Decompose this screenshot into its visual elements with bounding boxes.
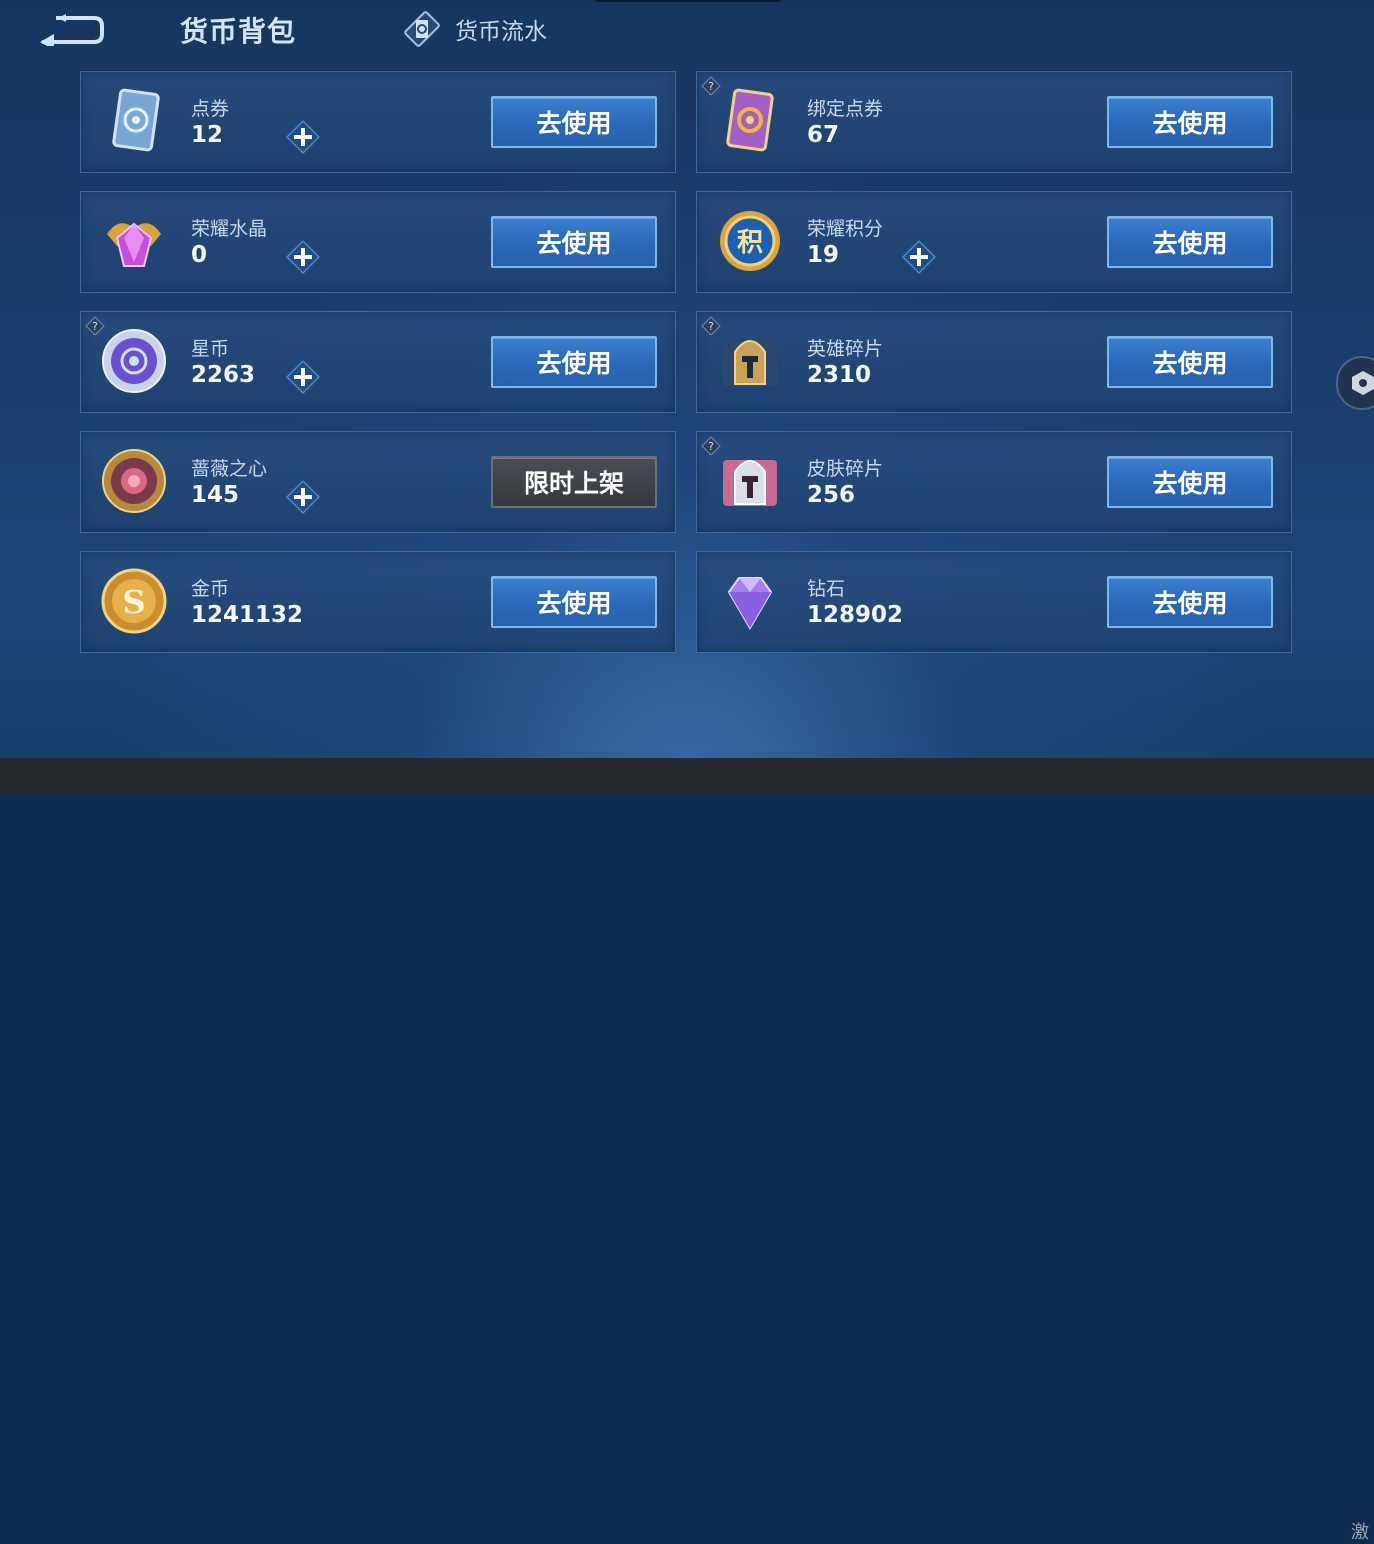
plus-icon[interactable] (285, 479, 321, 515)
star-coin-icon (102, 329, 166, 393)
currency-name: 荣耀水晶 (191, 218, 268, 240)
currency-card-diamond: 钻石 128902 去使用 (696, 551, 1292, 653)
currency-name: 点券 (191, 98, 230, 120)
hero-fragment-icon (723, 340, 777, 386)
currency-name: 钻石 (807, 578, 846, 600)
ledger-label: 货币流水 (455, 19, 547, 45)
rose-heart-icon (102, 449, 166, 513)
plus-icon[interactable] (285, 119, 321, 155)
currency-amount: 1241132 (191, 602, 304, 628)
svg-text:?: ? (708, 320, 714, 333)
currency-name: 绑定点券 (807, 98, 884, 120)
use-button[interactable]: 去使用 (1107, 216, 1273, 268)
back-arrow-icon[interactable] (36, 12, 106, 46)
currency-name: 蔷薇之心 (191, 458, 268, 480)
svg-text:?: ? (708, 80, 714, 93)
top-notch (590, 0, 786, 2)
hexagon-icon (1352, 371, 1374, 395)
currency-amount: 67 (807, 122, 840, 148)
currency-card-skin-fragment: ? 皮肤碎片 256 去使用 (696, 431, 1292, 533)
currency-amount: 12 (191, 122, 224, 148)
currency-card-star-coin: ? 星币 2263 去使用 (80, 311, 676, 413)
glory-crystal-icon (107, 222, 161, 267)
currency-amount: 0 (191, 242, 208, 268)
currency-ledger-link[interactable]: 货币流水 (403, 11, 547, 47)
currency-card-voucher: 点券 12 去使用 (80, 71, 676, 173)
ledger-card-icon (404, 11, 440, 47)
currency-card-hero-fragment: ? 英雄碎片 2310 去使用 (696, 311, 1292, 413)
use-button[interactable]: 去使用 (491, 216, 657, 268)
use-button[interactable]: 去使用 (1107, 456, 1273, 508)
app-background: 货币背包 货币流水 点券 12 去使用 ? 绑定点券 67 去使用 荣耀水晶 0… (0, 0, 1374, 758)
currency-card-gold-coin: S 金币 1241132 去使用 (80, 551, 676, 653)
diamond-icon (727, 577, 773, 630)
currency-card-glory-points: 积 荣耀积分 19 去使用 (696, 191, 1292, 293)
currency-amount: 2263 (191, 362, 256, 388)
currency-amount: 145 (191, 482, 240, 508)
limited-time-button[interactable]: 限时上架 (491, 456, 657, 508)
currency-name: 星币 (191, 338, 230, 360)
plus-icon[interactable] (901, 239, 937, 275)
currency-name: 荣耀积分 (807, 218, 884, 240)
bottom-bar: 激 (0, 758, 1374, 1543)
currency-amount: 2310 (807, 362, 872, 388)
use-button[interactable]: 去使用 (1107, 96, 1273, 148)
currency-amount: 19 (807, 242, 840, 268)
currency-card-glory-crystal: 荣耀水晶 0 去使用 (80, 191, 676, 293)
currency-name: 金币 (191, 578, 230, 600)
currency-name: 皮肤碎片 (807, 458, 884, 480)
use-button[interactable]: 去使用 (491, 336, 657, 388)
currency-card-bound-voucher: ? 绑定点券 67 去使用 (696, 71, 1292, 173)
gold-coin-icon: S (101, 568, 167, 634)
currency-amount: 256 (807, 482, 856, 508)
plus-icon[interactable] (285, 239, 321, 275)
plus-icon[interactable] (285, 359, 321, 395)
use-button[interactable]: 去使用 (1107, 336, 1273, 388)
currency-card-rose-heart: 蔷薇之心 145 限时上架 (80, 431, 676, 533)
corner-text: 激 (1351, 1522, 1369, 1543)
svg-text:积: 积 (737, 228, 763, 258)
page-title: 货币背包 (180, 15, 297, 48)
bound-voucher-icon (726, 88, 774, 152)
side-panel-handle[interactable] (1336, 356, 1374, 410)
skin-fragment-icon (723, 460, 777, 506)
currency-amount: 128902 (807, 602, 904, 628)
currency-name: 英雄碎片 (807, 338, 884, 360)
use-button[interactable]: 去使用 (1107, 576, 1273, 628)
svg-text:?: ? (92, 320, 98, 333)
svg-text:?: ? (708, 440, 714, 453)
svg-text:S: S (122, 583, 145, 621)
voucher-icon (112, 88, 160, 152)
glory-points-icon: 积 (720, 211, 780, 271)
use-button[interactable]: 去使用 (491, 96, 657, 148)
use-button[interactable]: 去使用 (491, 576, 657, 628)
